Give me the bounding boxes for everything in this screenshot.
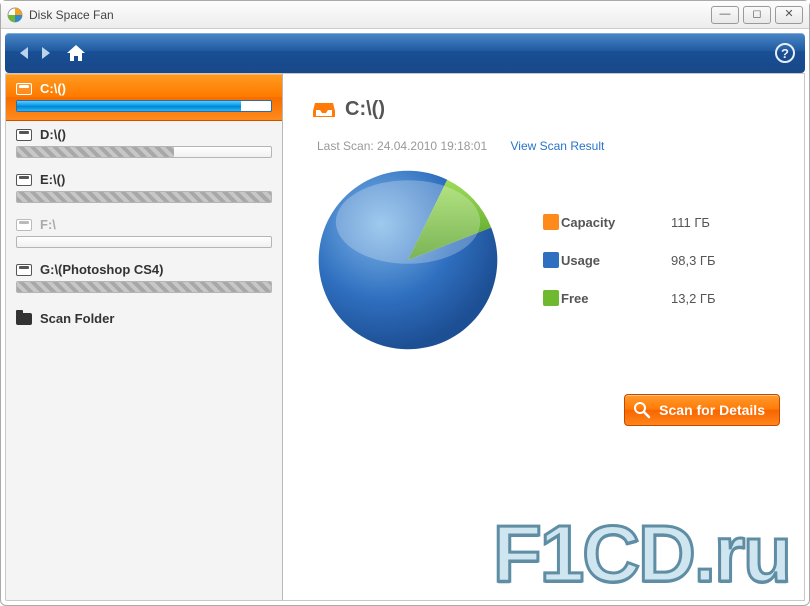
usage-bar [16, 191, 272, 203]
legend-swatch-free [543, 290, 559, 306]
sidebar-drive-3[interactable]: F:\ [6, 211, 282, 256]
app-logo-icon [7, 7, 23, 23]
last-scan-row: Last Scan: 24.04.2010 19:18:01 View Scan… [317, 139, 774, 153]
legend-swatch-capacity [543, 214, 559, 230]
toolbar: ? [5, 33, 805, 73]
search-icon [633, 401, 651, 419]
sidebar-drive-1[interactable]: D:\() [6, 121, 282, 166]
sidebar: C:\() D:\() E:\() F:\ G:\(Photoshop CS4) Scan… [5, 73, 283, 601]
drive-label: F:\ [40, 217, 56, 232]
drive-icon [313, 101, 335, 119]
scan-for-details-button[interactable]: Scan for Details [624, 394, 780, 426]
content-panel: C:\() Last Scan: 24.04.2010 19:18:01 Vie… [283, 73, 805, 601]
legend-usage-value: 98,3 ГБ [671, 253, 751, 268]
home-button[interactable] [65, 43, 87, 63]
legend-swatch-usage [543, 252, 559, 268]
legend-capacity-value: 111 ГБ [671, 215, 751, 230]
disk-icon [16, 83, 32, 95]
legend-usage-label: Usage [561, 253, 671, 268]
usage-bar [16, 236, 272, 248]
sidebar-drive-0[interactable]: C:\() [6, 74, 282, 121]
drive-label: E:\() [40, 172, 65, 187]
close-button[interactable]: ✕ [775, 6, 803, 24]
legend-free-value: 13,2 ГБ [671, 291, 751, 306]
folder-icon [16, 313, 32, 325]
scan-folder-button[interactable]: Scan Folder [6, 301, 282, 336]
last-scan-value: 24.04.2010 19:18:01 [377, 139, 487, 153]
last-scan-label: Last Scan: [317, 139, 374, 153]
view-scan-result-link[interactable]: View Scan Result [511, 139, 605, 153]
legend: Capacity 111 ГБ Usage 98,3 ГБ Free 13,2 … [543, 214, 751, 306]
drive-label: D:\() [40, 127, 66, 142]
window-title: Disk Space Fan [29, 8, 711, 22]
nav-back-button[interactable] [15, 44, 33, 62]
usage-bar [16, 100, 272, 112]
drive-label: G:\(Photoshop CS4) [40, 262, 164, 277]
sidebar-drive-2[interactable]: E:\() [6, 166, 282, 211]
disk-icon [16, 129, 32, 141]
chevron-left-icon [20, 47, 28, 59]
nav-forward-button[interactable] [37, 44, 55, 62]
titlebar: Disk Space Fan — ◻ ✕ [1, 1, 809, 29]
watermark: F1CD.ru [493, 508, 790, 600]
pie-highlight [336, 180, 480, 264]
minimize-button[interactable]: — [711, 6, 739, 24]
help-button[interactable]: ? [775, 43, 795, 63]
usage-bar [16, 281, 272, 293]
nav-group [15, 44, 55, 62]
legend-free-label: Free [561, 291, 671, 306]
scan-button-label: Scan for Details [659, 402, 765, 418]
window-controls: — ◻ ✕ [711, 6, 803, 24]
sidebar-drive-4[interactable]: G:\(Photoshop CS4) [6, 256, 282, 301]
drive-label: C:\() [40, 81, 66, 96]
legend-capacity-label: Capacity [561, 215, 671, 230]
scan-folder-label: Scan Folder [40, 311, 114, 326]
disk-icon [16, 174, 32, 186]
disk-icon [16, 264, 32, 276]
content-title-row: C:\() [313, 98, 774, 121]
content-title: C:\() [345, 98, 385, 121]
usage-bar [16, 146, 272, 158]
chevron-right-icon [42, 47, 50, 59]
pie-chart [313, 165, 503, 355]
maximize-button[interactable]: ◻ [743, 6, 771, 24]
main-area: C:\() D:\() E:\() F:\ G:\(Photoshop CS4) Scan… [5, 73, 805, 601]
disk-icon [16, 219, 32, 231]
